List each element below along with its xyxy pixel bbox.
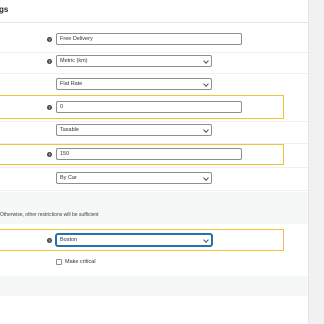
row-divider [0, 52, 308, 53]
settings-panel: gs ? Free Delivery ? Metric (km) Flat Ra… [0, 0, 309, 324]
city-select-value: Boston [60, 237, 78, 243]
tax-status-select-value: Taxable [60, 127, 79, 133]
help-icon[interactable]: ? [47, 59, 52, 64]
tax-status-select[interactable]: Taxable [56, 124, 212, 136]
row-divider [0, 121, 308, 122]
section-title: gs [0, 5, 9, 14]
rate-type-select[interactable]: Flat Rate [56, 78, 212, 90]
amount-input[interactable]: 150 [56, 148, 242, 160]
row-divider [0, 73, 308, 74]
units-select-value: Metric (km) [60, 58, 88, 64]
cost-input[interactable]: 0 [56, 101, 242, 113]
chevron-down-icon [203, 81, 209, 87]
rate-type-select-value: Flat Rate [60, 81, 83, 87]
restriction-note: Otherwise, other restrictions will be su… [0, 212, 99, 218]
chevron-down-icon [203, 237, 209, 243]
units-select[interactable]: Metric (km) [56, 55, 212, 67]
city-select[interactable]: Boston [56, 234, 212, 246]
help-icon[interactable]: ? [47, 238, 52, 243]
footer-band [0, 276, 308, 296]
row-divider [0, 167, 308, 168]
transport-select-value: By Car [60, 175, 77, 181]
help-icon[interactable]: ? [47, 152, 52, 157]
chevron-down-icon [203, 175, 209, 181]
info-band [0, 192, 308, 224]
section-header: gs [0, 0, 308, 23]
chevron-down-icon [203, 127, 209, 133]
help-icon[interactable]: ? [47, 37, 52, 42]
make-critical-label: Make critical [65, 259, 96, 265]
transport-select[interactable]: By Car [56, 172, 212, 184]
help-icon[interactable]: ? [47, 105, 52, 110]
title-input[interactable]: Free Delivery [56, 33, 242, 45]
chevron-down-icon [203, 58, 209, 64]
row-divider [0, 190, 308, 191]
make-critical-checkbox[interactable] [56, 259, 62, 265]
